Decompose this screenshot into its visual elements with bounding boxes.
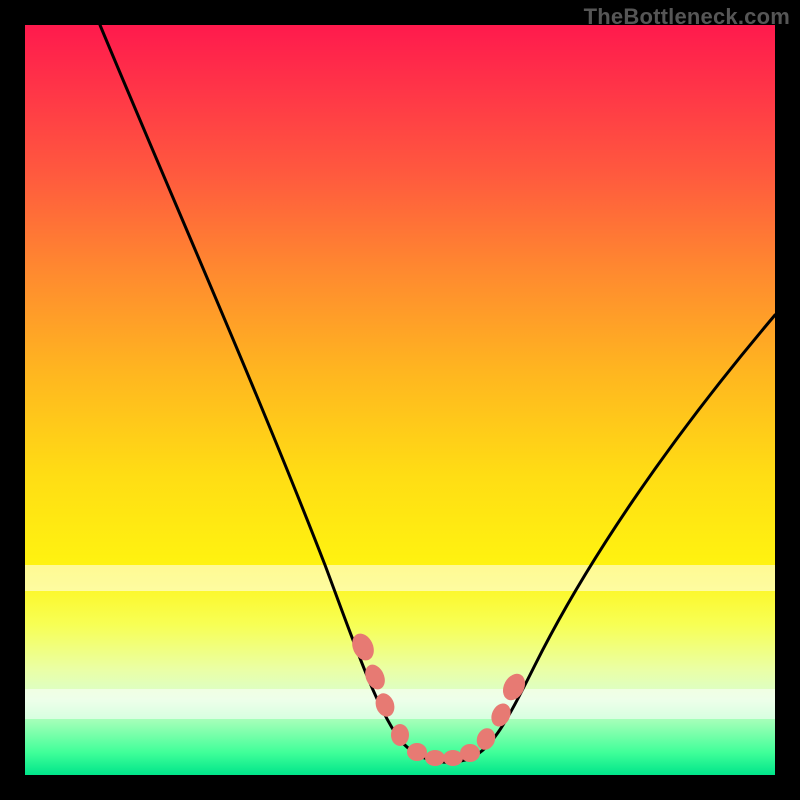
curve-marker [407, 743, 427, 761]
watermark-text: TheBottleneck.com [584, 4, 790, 30]
chart-frame: TheBottleneck.com [0, 0, 800, 800]
bottleneck-curve [25, 25, 775, 775]
curve-marker [348, 630, 378, 664]
highlight-band-upper [25, 565, 775, 591]
curve-marker [443, 750, 463, 766]
highlight-band-lower [25, 689, 775, 719]
plot-area [25, 25, 775, 775]
curve-marker [474, 726, 498, 753]
curve-marker [460, 744, 480, 762]
curve-path [100, 25, 775, 762]
curve-marker [425, 750, 445, 766]
curve-marker [391, 724, 409, 746]
